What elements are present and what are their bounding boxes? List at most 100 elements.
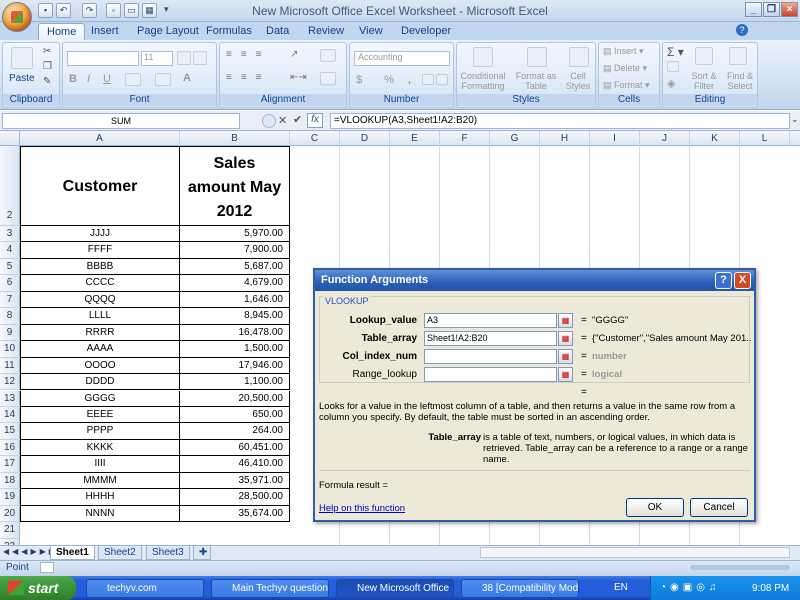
row-header[interactable]: 20 — [0, 505, 20, 523]
decrease-decimal-icon[interactable] — [436, 74, 448, 85]
arg-input-col-index[interactable] — [424, 349, 557, 364]
arg-input-lookup-value[interactable]: A3 — [424, 313, 557, 328]
insert-sheet-icon[interactable]: ✚ — [193, 546, 211, 560]
collapse-dialog-icon[interactable]: ▦ — [558, 313, 573, 328]
office-button[interactable] — [2, 2, 32, 32]
font-name-box[interactable] — [67, 51, 139, 66]
customer-cell[interactable]: NNNN — [20, 505, 180, 523]
ok-button[interactable]: OK — [626, 498, 684, 517]
help-on-function-link[interactable]: Help on this function — [319, 503, 405, 514]
row-header[interactable]: 18 — [0, 472, 20, 490]
customer-cell[interactable]: PPPP — [20, 423, 180, 440]
sheet-tab-sheet2[interactable]: Sheet2 — [98, 546, 142, 560]
insert-function-icon[interactable]: fx — [307, 113, 323, 128]
col-header-d[interactable]: D — [340, 131, 390, 146]
row-header[interactable]: 12 — [0, 374, 20, 391]
cell-styles-button[interactable]: Cell Styles — [561, 71, 595, 93]
format-painter-icon[interactable]: ✎ — [43, 76, 51, 87]
row-header[interactable]: 16 — [0, 439, 20, 457]
col-header-c[interactable]: C — [290, 131, 340, 146]
col-header-f[interactable]: F — [440, 131, 490, 146]
customer-cell[interactable]: MMMM — [20, 472, 180, 490]
row-header[interactable]: 8 — [0, 308, 20, 325]
row-header-2[interactable]: 2 — [0, 146, 20, 226]
col-header-a[interactable]: A — [20, 131, 180, 146]
comma-icon[interactable]: , — [408, 74, 411, 86]
row-header[interactable]: 7 — [0, 291, 20, 309]
name-box[interactable]: SUM — [2, 113, 240, 129]
col-header-h[interactable]: H — [540, 131, 590, 146]
col-header-k[interactable]: K — [690, 131, 740, 146]
arg-input-range-lookup[interactable] — [424, 367, 557, 382]
minimize-button[interactable]: _ — [745, 2, 762, 17]
horizontal-align-icons[interactable]: ≡≡≡ — [226, 72, 271, 83]
horizontal-scrollbar[interactable] — [480, 547, 790, 558]
customer-cell[interactable]: HHHH — [20, 489, 180, 506]
tab-developer[interactable]: Developer — [393, 23, 459, 40]
conditional-formatting-icon[interactable] — [473, 47, 493, 67]
sales-cell[interactable]: 17,946.00 — [180, 357, 290, 375]
cancel-entry-icon[interactable]: ✕ — [278, 114, 287, 127]
increase-decimal-icon[interactable] — [422, 74, 434, 85]
fill-icon[interactable] — [667, 61, 679, 72]
customer-cell[interactable]: RRRR — [20, 324, 180, 342]
language-indicator[interactable]: EN — [614, 582, 628, 593]
find-select-button[interactable]: Find & Select — [723, 71, 757, 93]
orientation-icon[interactable]: ↗ — [290, 49, 298, 60]
tab-view[interactable]: View — [351, 23, 391, 40]
row-header[interactable]: 19 — [0, 489, 20, 506]
tab-page-layout[interactable]: Page Layout — [129, 23, 207, 40]
customer-cell[interactable]: DDDD — [20, 374, 180, 391]
customer-cell[interactable]: CCCC — [20, 275, 180, 292]
sales-cell[interactable]: 1,500.00 — [180, 341, 290, 358]
customer-cell[interactable]: IIII — [20, 456, 180, 473]
select-all-corner[interactable] — [0, 131, 20, 146]
percent-icon[interactable]: % — [384, 74, 394, 86]
bold-icon[interactable]: B — [69, 73, 77, 85]
restore-button[interactable]: ❐ — [763, 2, 780, 17]
col-header-g[interactable]: G — [490, 131, 540, 146]
copy-icon[interactable]: ❐ — [43, 61, 52, 72]
sales-cell[interactable]: 5,687.00 — [180, 258, 290, 276]
sales-cell[interactable]: 28,500.00 — [180, 489, 290, 506]
customer-cell[interactable]: AAAA — [20, 341, 180, 358]
row-header[interactable]: 4 — [0, 242, 20, 259]
tab-formulas[interactable]: Formulas — [198, 23, 260, 40]
formula-bar-expand-icon[interactable] — [262, 114, 276, 128]
customer-cell[interactable]: KKKK — [20, 439, 180, 457]
row-header[interactable]: 11 — [0, 357, 20, 375]
number-format-dropdown[interactable]: Accounting — [354, 51, 450, 66]
customer-cell[interactable]: EEEE — [20, 406, 180, 424]
cut-icon[interactable]: ✂ — [43, 46, 51, 57]
collapse-dialog-icon[interactable]: ▦ — [558, 367, 573, 382]
sales-cell[interactable]: 1,646.00 — [180, 291, 290, 309]
enter-entry-icon[interactable]: ✔ — [293, 113, 302, 126]
col-header-j[interactable]: J — [640, 131, 690, 146]
row-header[interactable]: 9 — [0, 324, 20, 342]
customer-cell[interactable]: JJJJ — [20, 226, 180, 243]
cell-styles-icon[interactable] — [569, 47, 589, 67]
row-header[interactable]: 17 — [0, 456, 20, 473]
customer-cell[interactable]: LLLL — [20, 308, 180, 325]
expand-formula-bar-icon[interactable]: ⌄ — [791, 114, 799, 125]
customer-cell[interactable]: BBBB — [20, 258, 180, 276]
sort-filter-icon[interactable] — [695, 47, 713, 65]
vertical-align-icons[interactable]: ≡≡≡ — [226, 49, 271, 60]
arg-input-table-array[interactable]: Sheet1!A2:B20 — [424, 331, 557, 346]
paste-icon[interactable] — [11, 47, 33, 69]
tab-review[interactable]: Review — [300, 23, 352, 40]
format-cells-button[interactable]: ▤ Format ▾ — [603, 80, 650, 91]
zoom-slider[interactable] — [690, 565, 790, 570]
collapse-dialog-icon[interactable]: ▦ — [558, 349, 573, 364]
formula-input[interactable]: =VLOOKUP(A3,Sheet1!A2:B20) — [330, 113, 790, 129]
col-header-b[interactable]: B — [180, 131, 290, 146]
sales-cell[interactable]: 264.00 — [180, 423, 290, 440]
font-color-icon[interactable]: A — [183, 72, 191, 84]
col-header-i[interactable]: I — [590, 131, 640, 146]
taskbar-item-techyv[interactable]: techyv.com — [86, 579, 204, 598]
customer-cell[interactable]: OOOO — [20, 357, 180, 375]
underline-icon[interactable]: U — [103, 73, 111, 85]
insert-cells-button[interactable]: ▤ Insert ▾ — [603, 46, 644, 57]
customer-cell[interactable]: QQQQ — [20, 291, 180, 309]
sales-cell[interactable]: 650.00 — [180, 406, 290, 424]
